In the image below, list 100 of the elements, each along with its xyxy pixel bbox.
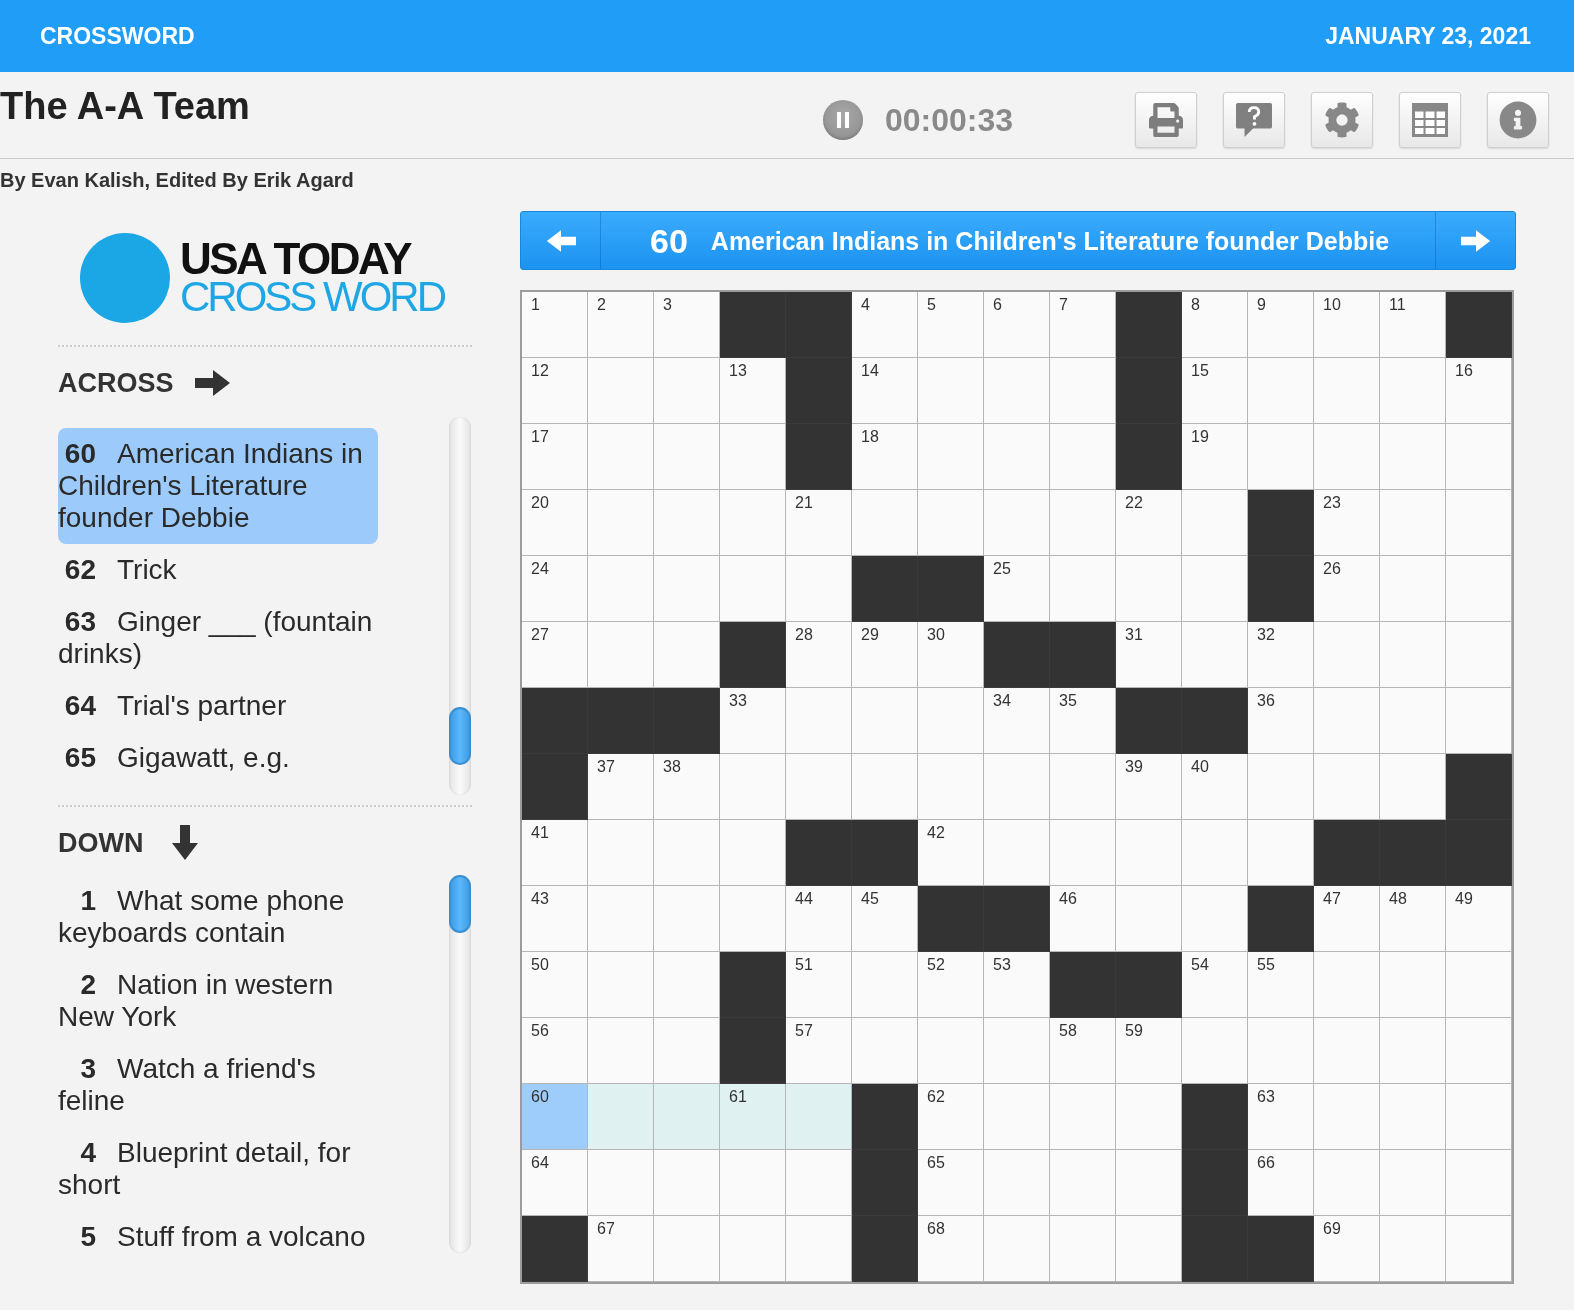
grid-cell[interactable]: 46 xyxy=(1050,886,1116,952)
grid-cell[interactable] xyxy=(786,688,852,754)
grid-cell[interactable] xyxy=(1050,1150,1116,1216)
grid-cell[interactable] xyxy=(1116,1084,1182,1150)
grid-cell[interactable] xyxy=(588,820,654,886)
grid-cell[interactable] xyxy=(1314,754,1380,820)
grid-cell[interactable] xyxy=(1050,820,1116,886)
grid-cell[interactable] xyxy=(654,1216,720,1282)
grid-cell[interactable] xyxy=(1446,1216,1512,1282)
grid-cell[interactable]: 35 xyxy=(1050,688,1116,754)
grid-cell[interactable] xyxy=(654,820,720,886)
grid-cell[interactable]: 36 xyxy=(1248,688,1314,754)
grid-cell[interactable]: 3 xyxy=(654,292,720,358)
grid-cell[interactable] xyxy=(918,358,984,424)
grid-cell[interactable]: 24 xyxy=(522,556,588,622)
grid-cell[interactable] xyxy=(588,556,654,622)
grid-cell[interactable] xyxy=(1116,556,1182,622)
grid-cell[interactable] xyxy=(1050,1084,1116,1150)
grid-cell[interactable]: 51 xyxy=(786,952,852,1018)
grid-cell[interactable] xyxy=(588,1018,654,1084)
grid-cell[interactable] xyxy=(852,688,918,754)
grid-cell[interactable] xyxy=(1380,490,1446,556)
grid-cell[interactable]: 59 xyxy=(1116,1018,1182,1084)
grid-cell[interactable] xyxy=(1314,1018,1380,1084)
grid-cell[interactable] xyxy=(1380,688,1446,754)
grid-cell[interactable] xyxy=(654,1084,720,1150)
grid-cell[interactable] xyxy=(1116,1216,1182,1282)
grid-cell[interactable]: 68 xyxy=(918,1216,984,1282)
grid-cell[interactable]: 22 xyxy=(1116,490,1182,556)
scrollbar-thumb[interactable] xyxy=(449,875,471,933)
grid-cell[interactable] xyxy=(852,952,918,1018)
grid-cell[interactable] xyxy=(1116,886,1182,952)
grid-cell[interactable] xyxy=(786,1084,852,1150)
grid-cell[interactable]: 29 xyxy=(852,622,918,688)
grid-cell[interactable] xyxy=(1380,1150,1446,1216)
grid-cell[interactable] xyxy=(852,754,918,820)
grid-cell[interactable]: 14 xyxy=(852,358,918,424)
grid-cell[interactable]: 9 xyxy=(1248,292,1314,358)
grid-cell[interactable] xyxy=(588,1084,654,1150)
grid-cell[interactable] xyxy=(1446,490,1512,556)
grid-cell[interactable] xyxy=(1182,886,1248,952)
clue-item[interactable]: 65 Gigawatt, e.g. xyxy=(58,732,378,784)
clue-item[interactable]: 63 Ginger ___ (fountain drinks) xyxy=(58,596,378,680)
grid-cell[interactable] xyxy=(1380,952,1446,1018)
grid-cell[interactable] xyxy=(852,1018,918,1084)
grid-cell[interactable] xyxy=(654,1018,720,1084)
grid-cell[interactable]: 39 xyxy=(1116,754,1182,820)
grid-cell[interactable]: 6 xyxy=(984,292,1050,358)
grid-cell[interactable] xyxy=(720,556,786,622)
grid-cell[interactable]: 11 xyxy=(1380,292,1446,358)
grid-cell[interactable]: 40 xyxy=(1182,754,1248,820)
grid-cell[interactable]: 32 xyxy=(1248,622,1314,688)
grid-cell[interactable]: 7 xyxy=(1050,292,1116,358)
grid-cell[interactable]: 2 xyxy=(588,292,654,358)
grid-cell[interactable]: 58 xyxy=(1050,1018,1116,1084)
grid-cell[interactable] xyxy=(588,490,654,556)
grid-cell[interactable] xyxy=(720,754,786,820)
grid-cell[interactable]: 53 xyxy=(984,952,1050,1018)
grid-cell[interactable] xyxy=(1380,622,1446,688)
grid-cell[interactable]: 28 xyxy=(786,622,852,688)
grid-cell[interactable] xyxy=(1050,358,1116,424)
grid-cell[interactable] xyxy=(984,424,1050,490)
grid-cell[interactable]: 12 xyxy=(522,358,588,424)
grid-cell[interactable] xyxy=(654,358,720,424)
grid-cell[interactable] xyxy=(1446,556,1512,622)
grid-cell[interactable] xyxy=(654,952,720,1018)
grid-cell[interactable] xyxy=(1380,358,1446,424)
grid-cell[interactable]: 61 xyxy=(720,1084,786,1150)
grid-cell[interactable]: 49 xyxy=(1446,886,1512,952)
grid-cell[interactable] xyxy=(1380,1216,1446,1282)
grid-cell[interactable]: 13 xyxy=(720,358,786,424)
grid-cell[interactable] xyxy=(720,1150,786,1216)
scrollbar-track[interactable] xyxy=(449,417,471,795)
grid-cell[interactable]: 66 xyxy=(1248,1150,1314,1216)
grid-cell[interactable] xyxy=(1380,1018,1446,1084)
grid-cell[interactable] xyxy=(654,556,720,622)
grid-cell[interactable] xyxy=(588,1150,654,1216)
grid-cell[interactable]: 17 xyxy=(522,424,588,490)
grid-cell[interactable]: 48 xyxy=(1380,886,1446,952)
grid-cell[interactable] xyxy=(1050,490,1116,556)
grid-cell[interactable]: 38 xyxy=(654,754,720,820)
grid-cell[interactable]: 45 xyxy=(852,886,918,952)
grid-cell[interactable]: 23 xyxy=(1314,490,1380,556)
scrollbar-thumb[interactable] xyxy=(449,707,471,765)
grid-cell[interactable]: 5 xyxy=(918,292,984,358)
grid-cell[interactable] xyxy=(1314,1084,1380,1150)
grid-cell[interactable] xyxy=(1182,556,1248,622)
grid-cell[interactable] xyxy=(1446,622,1512,688)
grid-cell[interactable]: 30 xyxy=(918,622,984,688)
grid-cell[interactable]: 4 xyxy=(852,292,918,358)
grid-cell[interactable] xyxy=(786,754,852,820)
grid-cell[interactable] xyxy=(654,886,720,952)
clue-item[interactable]: 62 Trick xyxy=(58,544,378,596)
grid-cell[interactable] xyxy=(1248,820,1314,886)
pause-button[interactable] xyxy=(823,100,863,140)
grid-cell[interactable]: 65 xyxy=(918,1150,984,1216)
clue-item[interactable]: 5 Stuff from a volcano xyxy=(58,1211,378,1253)
clue-item[interactable]: 1 What some phone keyboards contain xyxy=(58,875,378,959)
grid-cell[interactable]: 62 xyxy=(918,1084,984,1150)
grid-cell[interactable] xyxy=(984,820,1050,886)
